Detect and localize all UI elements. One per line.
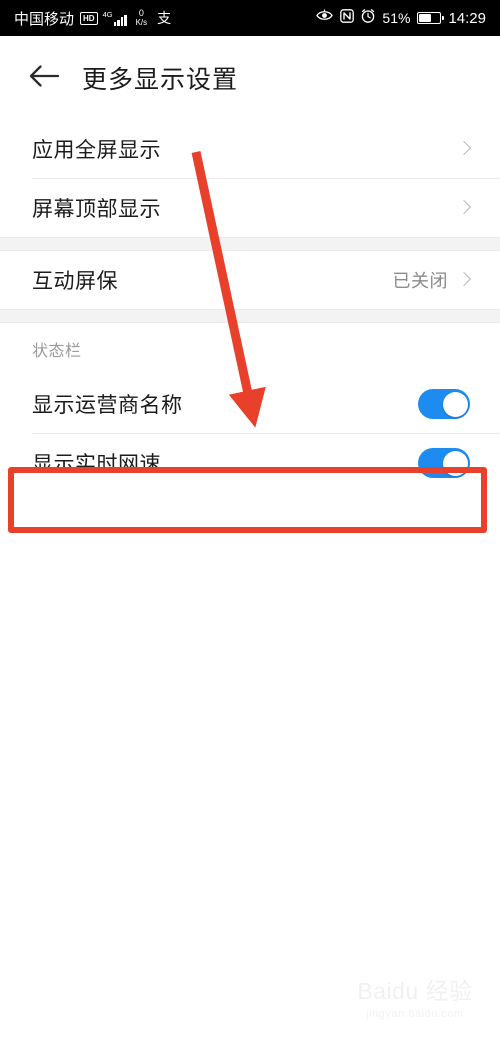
network-speed-value: 0 — [138, 8, 144, 18]
signal-strength-bars — [113, 14, 127, 26]
section-gap — [0, 237, 500, 251]
list-item-label: 显示实时网速 — [32, 453, 161, 476]
chevron-right-icon — [458, 270, 470, 290]
back-arrow-icon — [27, 61, 61, 96]
back-button[interactable] — [16, 50, 72, 106]
toggle-show-realtime-network-speed[interactable] — [418, 448, 470, 478]
network-speed-indicator: 0 K/s — [136, 9, 148, 27]
status-bar-left: 中国移动 HD 4G 0 K/s 支 — [14, 8, 171, 29]
app-header: 更多显示设置 — [0, 36, 500, 120]
carrier-name: 中国移动 — [14, 10, 75, 28]
nfc-icon — [340, 8, 355, 28]
list-item-screen-top-display[interactable]: 屏幕顶部显示 — [0, 179, 500, 237]
settings-list: 应用全屏显示 屏幕顶部显示 互动屏保 已关闭 状态栏 显示运营商名称 显示实时网… — [0, 120, 500, 492]
alarm-clock-icon — [361, 8, 375, 28]
list-item-show-carrier-name[interactable]: 显示运营商名称 — [0, 375, 500, 433]
watermark-main-text: Baidu 经验 — [357, 978, 473, 1004]
chevron-right-icon — [458, 198, 470, 218]
list-item-label: 互动屏保 — [32, 270, 118, 293]
network-speed-unit: K/s — [135, 18, 148, 27]
page-title: 更多显示设置 — [82, 66, 239, 94]
input-method-icon: 支 — [157, 10, 172, 26]
list-item-label: 显示运营商名称 — [32, 394, 183, 417]
chevron-right-icon — [458, 139, 470, 159]
section-header-status-bar: 状态栏 — [0, 323, 500, 375]
list-item-label: 应用全屏显示 — [32, 139, 161, 162]
toggle-show-carrier-name[interactable] — [418, 389, 470, 419]
battery-icon — [417, 12, 444, 24]
list-item-value: 已关闭 — [392, 271, 448, 291]
status-bar: 中国移动 HD 4G 0 K/s 支 51% 14:29 — [0, 0, 500, 36]
signal-bars-icon: 4G — [103, 10, 127, 26]
watermark-sub-text: jingyan.baidu.com — [366, 1008, 464, 1020]
list-item-interactive-screensaver[interactable]: 互动屏保 已关闭 — [0, 251, 500, 309]
list-item-app-fullscreen[interactable]: 应用全屏显示 — [0, 120, 500, 178]
hd-badge-icon: HD — [80, 11, 98, 25]
list-item-show-realtime-network-speed[interactable]: 显示实时网速 — [0, 434, 500, 492]
watermark: Baidu 经验 jingyan.baidu.com — [340, 972, 490, 1020]
list-item-label: 屏幕顶部显示 — [32, 198, 161, 221]
clock-time: 14:29 — [448, 9, 486, 27]
section-gap — [0, 309, 500, 323]
eye-comfort-icon — [316, 9, 334, 27]
battery-percent-label: 51% — [382, 10, 411, 26]
status-bar-right: 51% 14:29 — [309, 8, 486, 28]
network-generation-label: 4G — [102, 10, 113, 19]
